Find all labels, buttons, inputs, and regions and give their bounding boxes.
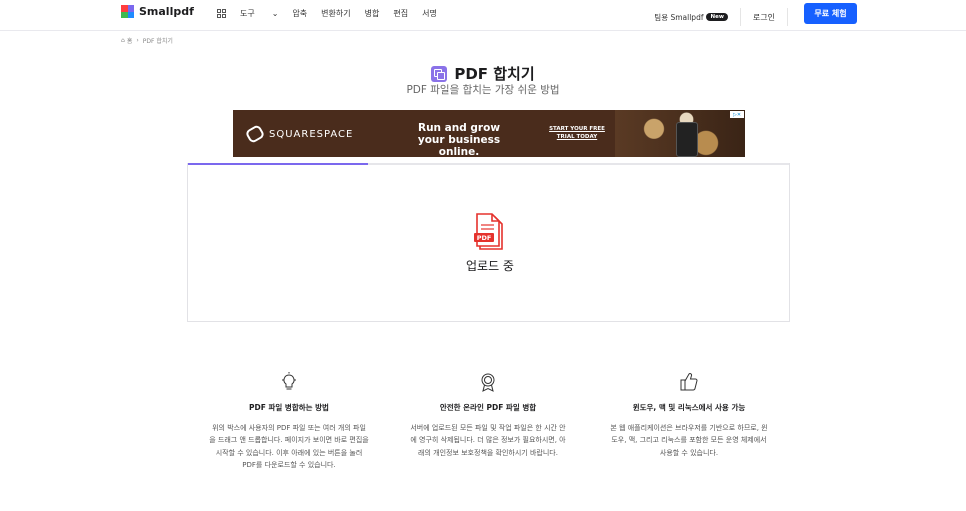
feature-platforms: 윈도우, 맥 및 리눅스에서 사용 가능 본 웹 애플리케이션은 브라우저를 기…	[609, 372, 769, 459]
new-badge: New	[706, 13, 728, 21]
ad-headline: Run and grow your business online.	[417, 122, 501, 157]
menu-merge[interactable]: 병합	[365, 8, 380, 19]
feature-title: 안전한 온라인 PDF 파일 병합	[439, 403, 537, 412]
menu-convert[interactable]: 변환하기	[321, 8, 350, 19]
feature-text: 본 웹 애플리케이션은 브라우저를 기반으로 하므로, 윈도우, 맥, 그리고 …	[610, 424, 768, 457]
breadcrumb-separator: ›	[136, 37, 139, 44]
award-icon	[408, 372, 568, 392]
logo-mark-icon	[121, 5, 134, 18]
pdf-icon-label: PDF	[477, 234, 492, 242]
feature-title: PDF 파일 병합하는 방법	[249, 403, 329, 412]
menu-compress[interactable]: 압축	[292, 8, 307, 19]
breadcrumb-home[interactable]: 홈	[127, 36, 133, 45]
ad-phone-image	[676, 122, 698, 157]
feature-text: 위의 박스에 사용자의 PDF 파일 또는 여러 개의 파일을 드래그 앤 드롭…	[209, 424, 369, 469]
team-link[interactable]: 팀용 Smallpdf	[654, 12, 703, 23]
pdf-file-icon: PDF	[474, 213, 503, 250]
feature-text: 서버에 업로드된 모든 파일 및 작업 파일은 한 시간 안에 영구히 삭제됩니…	[410, 424, 566, 457]
upload-status: 업로드 중	[466, 259, 514, 273]
feature-title: 윈도우, 맥 및 리눅스에서 사용 가능	[632, 403, 746, 412]
smallpdf-logo[interactable]: Smallpdf	[121, 5, 194, 18]
ad-banner[interactable]: SQUARESPACE Run and grow your business o…	[233, 110, 745, 157]
nav-right: 팀용 Smallpdf New 로그인	[654, 8, 788, 26]
menu-sign[interactable]: 서명	[422, 8, 437, 19]
top-navbar: Smallpdf 도구 ⌄ 압축 변환하기 병합 편집 서명 팀용 Smallp…	[0, 0, 966, 31]
ad-cta-link[interactable]: START YOUR FREE TRIAL TODAY	[549, 125, 605, 141]
ad-brand: SQUARESPACE	[244, 123, 354, 145]
free-trial-button[interactable]: 무료 체험	[804, 3, 857, 24]
breadcrumb: ⌂ 홈 › PDF 합치기	[121, 36, 173, 45]
chevron-down-icon: ⌄	[271, 9, 279, 18]
feature-security: 안전한 온라인 PDF 파일 병합 서버에 업로드된 모든 파일 및 작업 파일…	[408, 372, 568, 459]
page-header: PDF 합치기	[0, 63, 966, 84]
menu-edit[interactable]: 편집	[393, 8, 408, 19]
merge-icon	[431, 65, 448, 82]
ad-brand-label: SQUARESPACE	[269, 128, 354, 140]
lightbulb-icon	[209, 372, 369, 392]
feature-how-to: PDF 파일 병합하는 방법 위의 박스에 사용자의 PDF 파일 또는 여러 …	[209, 372, 369, 471]
menu-tools[interactable]: 도구 ⌄	[217, 8, 278, 19]
grid-icon	[217, 9, 226, 18]
page-title: PDF 합치기	[454, 65, 535, 83]
login-link[interactable]: 로그인	[753, 12, 775, 23]
squarespace-logo-icon	[244, 123, 266, 145]
thumbs-up-icon	[609, 372, 769, 392]
logo-text: Smallpdf	[139, 5, 194, 18]
nav-divider	[787, 8, 788, 26]
home-icon: ⌂	[121, 37, 125, 44]
breadcrumb-current: PDF 합치기	[142, 38, 173, 45]
main-menu: 도구 ⌄ 압축 변환하기 병합 편집 서명	[217, 8, 451, 19]
nav-divider	[739, 8, 741, 26]
ad-close-icon[interactable]: ▷✕	[730, 111, 744, 118]
page-subtitle: PDF 파일을 합치는 가장 쉬운 방법	[406, 84, 560, 96]
menu-tools-label: 도구	[240, 9, 255, 18]
